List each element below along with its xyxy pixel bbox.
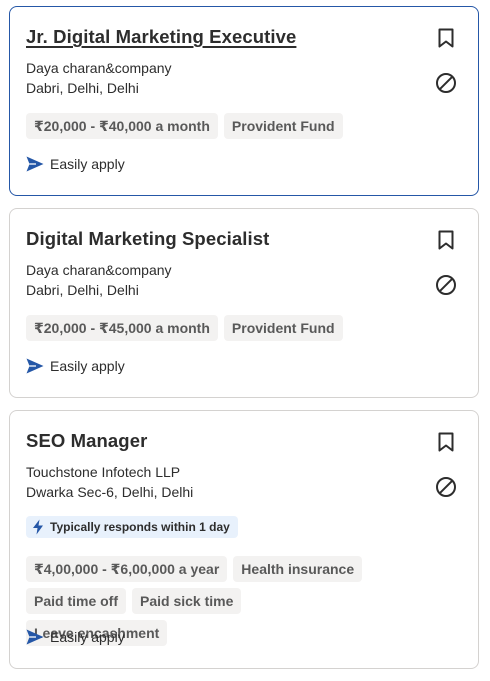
company-name: Touchstone Infotech LLP (26, 464, 181, 480)
job-location: Dwarka Sec-6, Delhi, Delhi (26, 484, 194, 500)
send-icon (26, 358, 44, 374)
bookmark-icon (438, 28, 454, 48)
easily-apply-label: Easily apply (50, 629, 125, 645)
not-interested-icon (436, 73, 456, 93)
salary-chip: ₹4,00,000 - ₹6,00,000 a year (26, 556, 228, 582)
job-attributes: ₹20,000 - ₹40,000 a month Provident Fund (26, 113, 462, 139)
job-title[interactable]: Digital Marketing Specialist (26, 228, 269, 250)
lightning-icon (33, 519, 43, 535)
send-icon (26, 156, 44, 172)
easily-apply: Easily apply (26, 358, 125, 374)
job-location: Dabri, Delhi, Delhi (26, 282, 139, 298)
not-interested-button[interactable] (434, 71, 458, 95)
benefit-chip: Provident Fund (223, 315, 343, 341)
benefit-chip: Paid time off (26, 588, 127, 614)
salary-chip: ₹20,000 - ₹40,000 a month (26, 113, 218, 139)
send-icon (26, 629, 44, 645)
job-card[interactable]: Jr. Digital Marketing Executive Daya cha… (9, 6, 479, 196)
response-time-badge: Typically responds within 1 day (26, 516, 238, 538)
easily-apply: Easily apply (26, 156, 125, 172)
bookmark-icon (438, 432, 454, 452)
job-title[interactable]: Jr. Digital Marketing Executive (26, 26, 296, 48)
not-interested-button[interactable] (434, 475, 458, 499)
save-job-button[interactable] (434, 228, 458, 252)
job-card[interactable]: Digital Marketing Specialist Daya charan… (9, 208, 479, 398)
benefit-chip: Health insurance (233, 556, 363, 582)
job-card[interactable]: SEO Manager Touchstone Infotech LLP Dwar… (9, 410, 479, 669)
save-job-button[interactable] (434, 430, 458, 454)
job-attributes: ₹20,000 - ₹45,000 a month Provident Fund (26, 315, 462, 341)
save-job-button[interactable] (434, 26, 458, 50)
bookmark-icon (438, 230, 454, 250)
company-name: Daya charan&company (26, 262, 172, 278)
job-location: Dabri, Delhi, Delhi (26, 80, 139, 96)
benefit-chip: Paid sick time (132, 588, 242, 614)
easily-apply-label: Easily apply (50, 156, 125, 172)
easily-apply-label: Easily apply (50, 358, 125, 374)
job-title[interactable]: SEO Manager (26, 430, 147, 452)
easily-apply: Easily apply (26, 629, 125, 645)
not-interested-icon (436, 477, 456, 497)
not-interested-button[interactable] (434, 273, 458, 297)
not-interested-icon (436, 275, 456, 295)
company-name: Daya charan&company (26, 60, 172, 76)
salary-chip: ₹20,000 - ₹45,000 a month (26, 315, 218, 341)
benefit-chip: Provident Fund (223, 113, 343, 139)
response-time-label: Typically responds within 1 day (50, 520, 230, 534)
